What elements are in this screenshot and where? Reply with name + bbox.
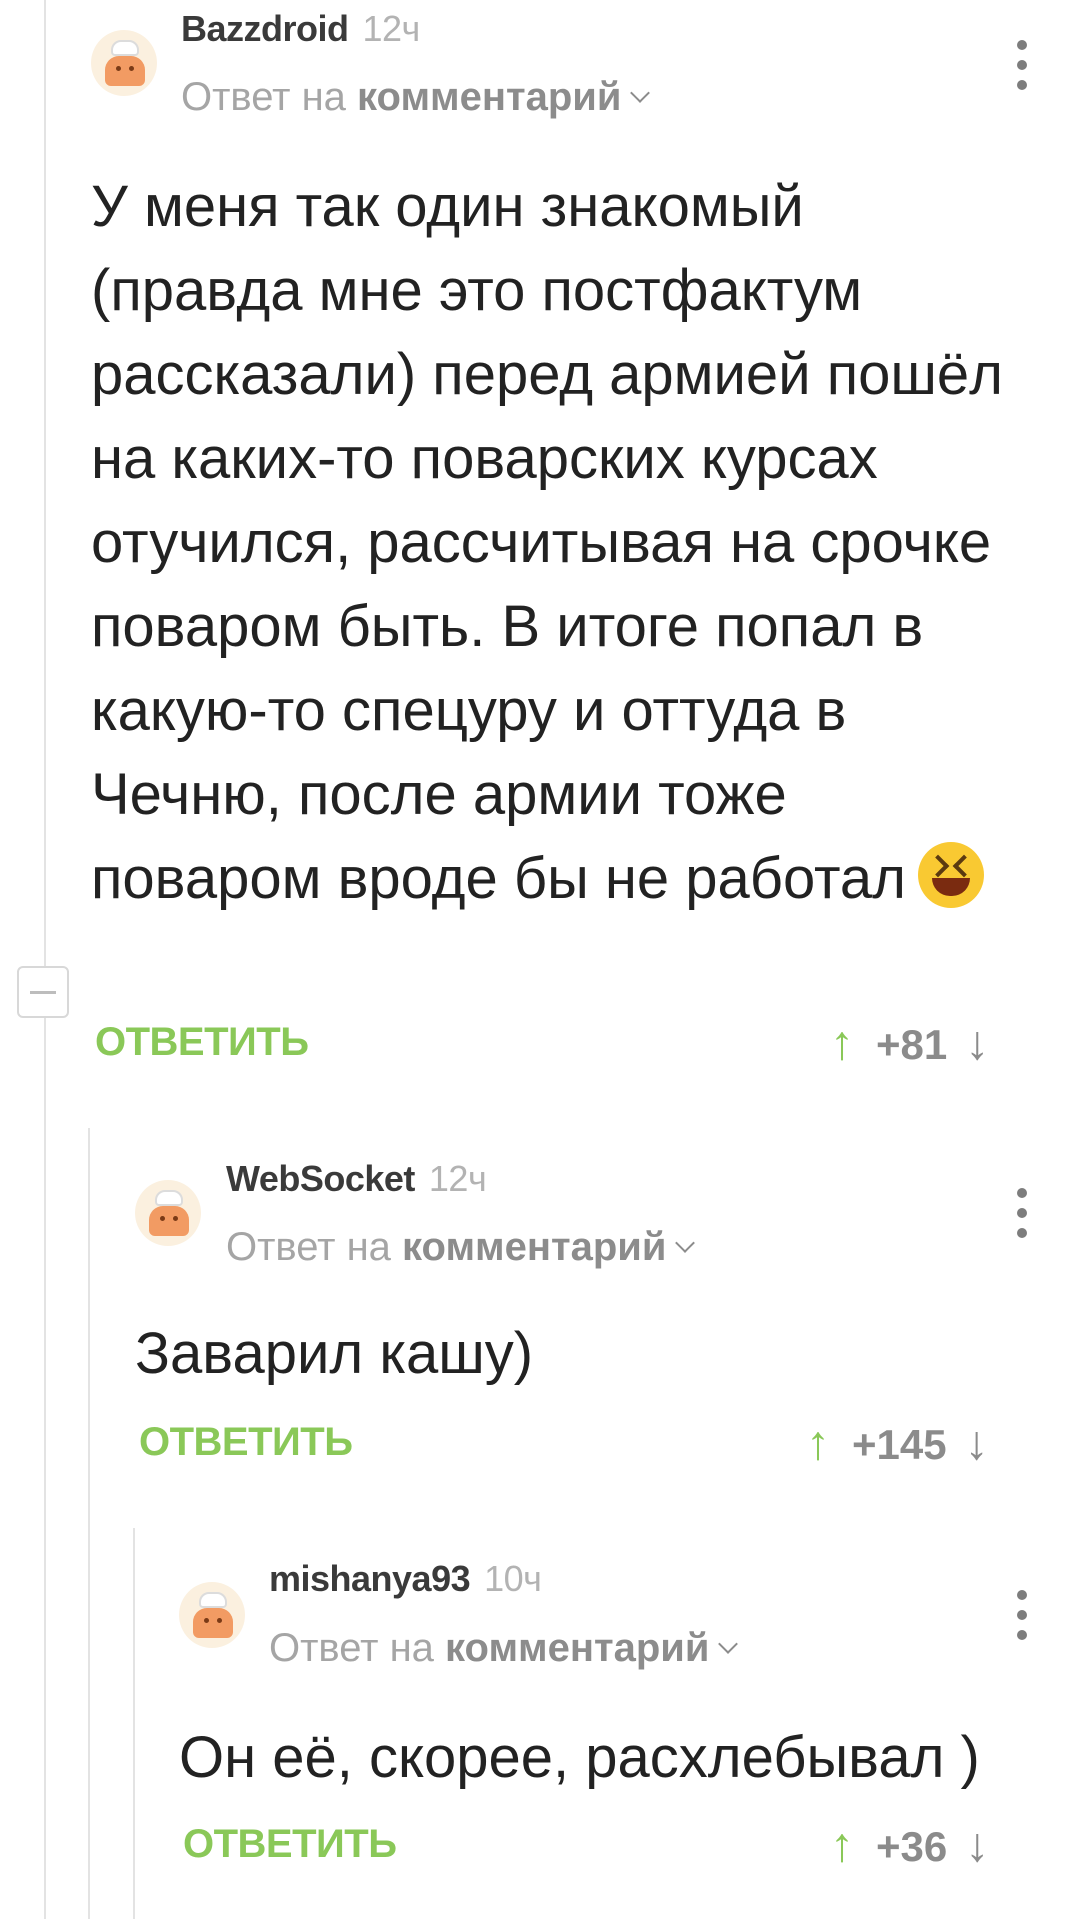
reply-to-link[interactable]: Ответ на комментарий xyxy=(269,1626,739,1671)
comment-mishanya93: mishanya93 10ч Ответ на комментарий Он её… xyxy=(0,0,1080,1919)
reply-button[interactable]: ОТВЕТИТЬ xyxy=(183,1822,397,1867)
comment-time: 10ч xyxy=(484,1558,542,1599)
vote-bar: ↑ +36 ↓ xyxy=(830,1818,989,1873)
reply-to-prefix: Ответ на xyxy=(269,1626,434,1670)
more-options-icon[interactable] xyxy=(1010,1590,1034,1642)
comment-text: Он её, скорее, расхлебывал ) xyxy=(179,1725,980,1790)
username-text[interactable]: mishanya93 xyxy=(269,1558,471,1599)
chevron-down-icon[interactable] xyxy=(718,1634,739,1654)
avatar-face-icon xyxy=(193,1608,233,1638)
upvote-icon[interactable]: ↑ xyxy=(830,1819,854,1872)
comment-username[interactable]: mishanya93 10ч xyxy=(269,1558,542,1600)
reply-to-comment-link[interactable]: комментарий xyxy=(445,1626,709,1670)
avatar[interactable] xyxy=(179,1582,245,1648)
chef-hat-icon xyxy=(199,1592,227,1608)
comment-score: +36 xyxy=(876,1823,948,1870)
downvote-icon[interactable]: ↓ xyxy=(965,1819,989,1872)
